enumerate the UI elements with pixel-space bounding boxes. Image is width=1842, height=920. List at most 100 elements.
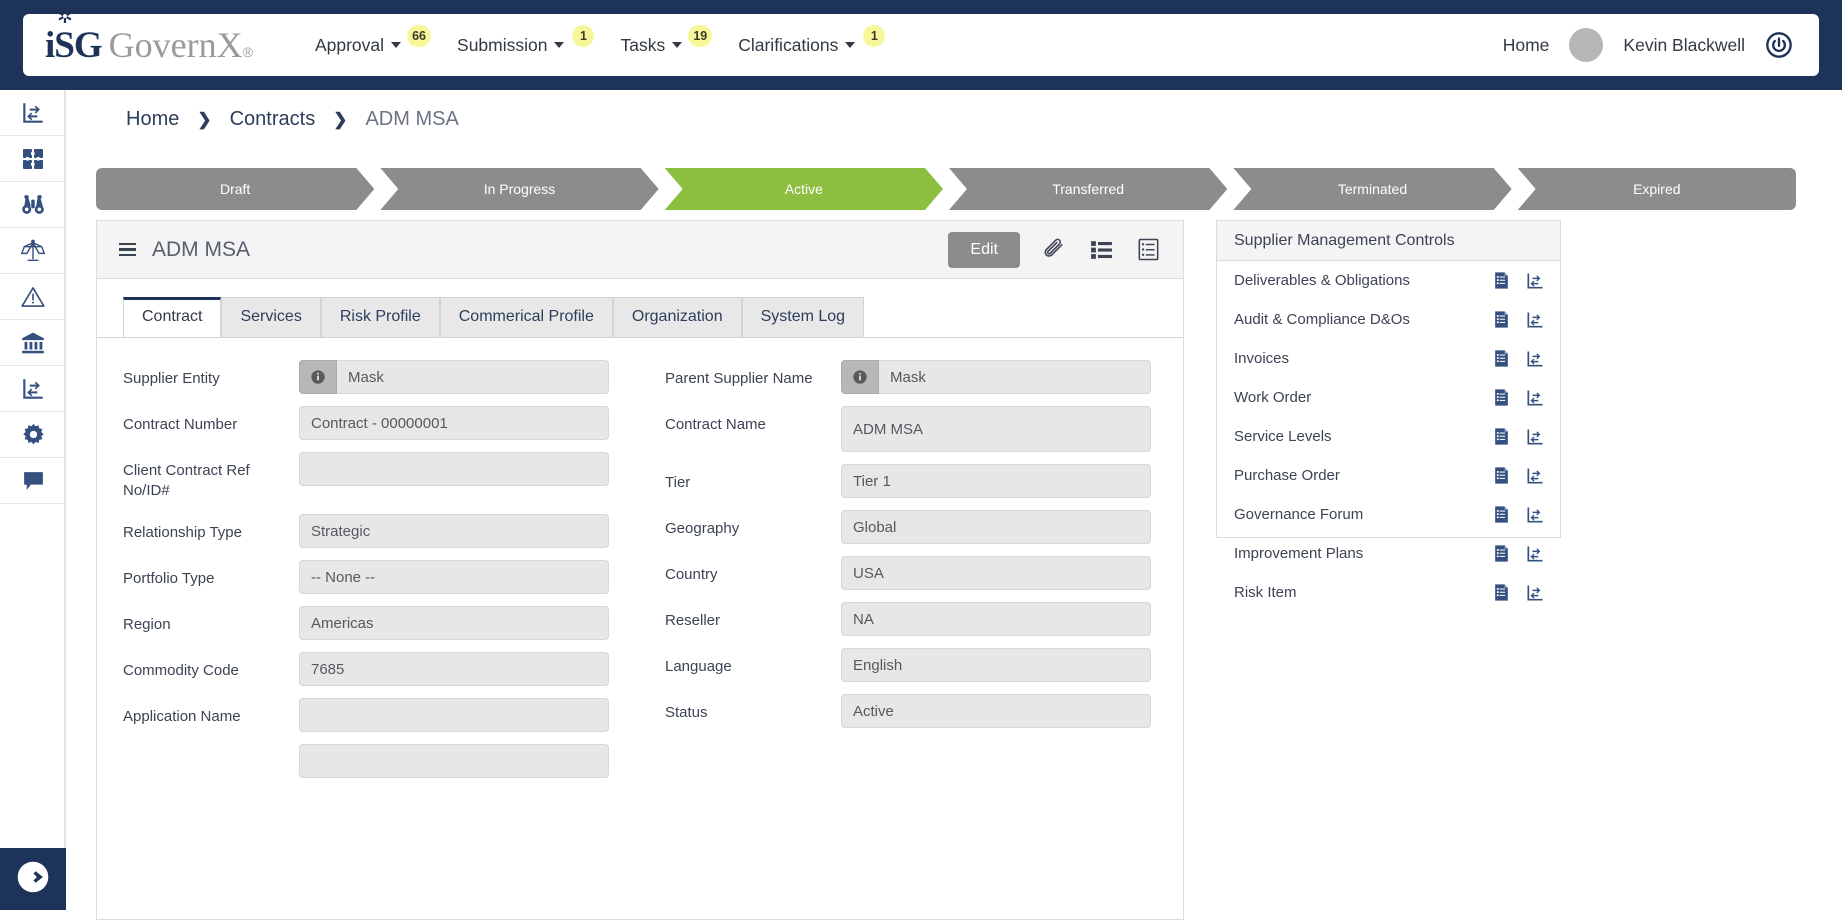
stage-draft[interactable]: Draft: [96, 168, 374, 210]
sync-chart-icon[interactable]: [1525, 310, 1545, 330]
field-value[interactable]: 7685: [299, 652, 609, 686]
field-commodity-code: Commodity Code 7685: [123, 652, 609, 686]
power-icon[interactable]: [1765, 31, 1793, 59]
comment-icon: [21, 468, 46, 493]
field-value[interactable]: [299, 452, 609, 486]
info-icon[interactable]: [299, 360, 337, 394]
nav-item-submission[interactable]: Submission 1: [457, 35, 590, 56]
field-value[interactable]: [299, 744, 609, 778]
document-list-icon[interactable]: [1492, 427, 1511, 446]
stage-in-progress[interactable]: In Progress: [380, 168, 658, 210]
field-value[interactable]: -- None --: [299, 560, 609, 594]
left-sidebar: [0, 90, 66, 910]
sync-chart-icon[interactable]: [1525, 583, 1545, 603]
document-list-icon[interactable]: [1492, 583, 1511, 602]
sync-chart-icon[interactable]: [1525, 349, 1545, 369]
field-label: Portfolio Type: [123, 560, 299, 589]
sync-chart-icon[interactable]: [1525, 427, 1545, 447]
list-icon[interactable]: [1089, 237, 1114, 262]
field-geography: Geography Global: [665, 510, 1151, 544]
sidebar-item-6[interactable]: [0, 320, 66, 366]
panel-row-service-levels: Service Levels: [1217, 417, 1560, 456]
field-value[interactable]: [299, 698, 609, 732]
chevron-right-icon: ❯: [333, 110, 347, 130]
field-reseller: Reseller NA: [665, 602, 1151, 636]
sidebar-item-5[interactable]: [0, 274, 66, 320]
logo[interactable]: ✲ iSG GovernX ®: [45, 24, 253, 67]
sync-chart-icon[interactable]: [1525, 466, 1545, 486]
field-tier: Tier Tier 1: [665, 464, 1151, 498]
tab-risk-profile[interactable]: Risk Profile: [321, 297, 440, 337]
panel-row-purchase-order: Purchase Order: [1217, 456, 1560, 495]
document-list-icon[interactable]: [1492, 505, 1511, 524]
logo-registered-mark: ®: [243, 44, 253, 60]
stage-terminated[interactable]: Terminated: [1233, 168, 1511, 210]
stage-active[interactable]: Active: [665, 168, 943, 210]
tab-system-log[interactable]: System Log: [742, 297, 864, 337]
field-partial-row: [123, 744, 609, 778]
paperclip-icon[interactable]: [1042, 237, 1067, 262]
sidebar-item-9[interactable]: [0, 458, 66, 504]
field-value[interactable]: Active: [841, 694, 1151, 728]
sidebar-item-4[interactable]: [0, 228, 66, 274]
avatar[interactable]: [1569, 28, 1603, 62]
document-list-icon[interactable]: [1492, 388, 1511, 407]
tab-contract[interactable]: Contract: [123, 297, 221, 337]
sidebar-item-3[interactable]: [0, 182, 66, 228]
field-value[interactable]: Contract - 00000001: [299, 406, 609, 440]
field-value[interactable]: Tier 1: [841, 464, 1151, 498]
home-link[interactable]: Home: [1503, 35, 1550, 56]
breadcrumb: Home ❯ Contracts ❯ ADM MSA: [126, 108, 459, 131]
stage-transferred[interactable]: Transferred: [949, 168, 1227, 210]
sync-chart-icon[interactable]: [1525, 505, 1545, 525]
field-value[interactable]: ADM MSA: [841, 406, 1151, 452]
field-value[interactable]: USA: [841, 556, 1151, 590]
nav-item-tasks[interactable]: Tasks 19: [620, 35, 708, 56]
tab-organization[interactable]: Organization: [613, 297, 742, 337]
user-name: Kevin Blackwell: [1623, 35, 1745, 56]
field-value[interactable]: Global: [841, 510, 1151, 544]
sync-chart-icon[interactable]: [1525, 544, 1545, 564]
sync-chart-icon[interactable]: [1525, 388, 1545, 408]
logo-star-icon: ✲: [57, 8, 73, 27]
document-list-icon[interactable]: [1492, 544, 1511, 563]
sync-chart-icon[interactable]: [1525, 271, 1545, 291]
breadcrumb-item-contracts[interactable]: Contracts: [230, 108, 316, 131]
field-value[interactable]: Mask: [337, 360, 609, 394]
field-value[interactable]: Mask: [879, 360, 1151, 394]
document-list-icon[interactable]: [1136, 237, 1161, 262]
form-column-right: Parent Supplier Name Mask Cont: [665, 360, 1151, 790]
info-icon[interactable]: [841, 360, 879, 394]
top-bar-inner: ✲ iSG GovernX ® Approval 66 Submission 1…: [23, 14, 1819, 76]
field-label: Commodity Code: [123, 652, 299, 681]
field-value[interactable]: English: [841, 648, 1151, 682]
hamburger-icon[interactable]: [119, 243, 136, 257]
logo-governx-text: GovernX: [109, 24, 243, 66]
document-list-icon[interactable]: [1492, 466, 1511, 485]
field-value[interactable]: Strategic: [299, 514, 609, 548]
document-list-icon[interactable]: [1492, 271, 1511, 290]
sidebar-item-8[interactable]: [0, 412, 66, 458]
edit-button[interactable]: Edit: [948, 232, 1020, 268]
breadcrumb-item-home[interactable]: Home: [126, 108, 179, 131]
bank-icon: [20, 330, 46, 356]
stage-expired[interactable]: Expired: [1518, 168, 1796, 210]
field-status: Status Active: [665, 694, 1151, 728]
field-label: Supplier Entity: [123, 360, 299, 389]
panel-row-label: Purchase Order: [1234, 467, 1340, 484]
sidebar-item-1[interactable]: [0, 90, 66, 136]
field-value[interactable]: NA: [841, 602, 1151, 636]
field-value[interactable]: Americas: [299, 606, 609, 640]
sidebar-item-2[interactable]: [0, 136, 66, 182]
contract-card-header: ADM MSA Edit: [97, 221, 1183, 279]
nav-badge-submission: 1: [572, 25, 594, 47]
tab-services[interactable]: Services: [221, 297, 320, 337]
nav-item-clarifications[interactable]: Clarifications 1: [738, 35, 881, 56]
sidebar-item-7[interactable]: [0, 366, 66, 412]
document-list-icon[interactable]: [1492, 310, 1511, 329]
field-label: Region: [123, 606, 299, 635]
nav-item-approval[interactable]: Approval 66: [315, 35, 427, 56]
sidebar-expand-button[interactable]: [0, 848, 66, 910]
document-list-icon[interactable]: [1492, 349, 1511, 368]
tab-commerical-profile[interactable]: Commerical Profile: [440, 297, 613, 337]
